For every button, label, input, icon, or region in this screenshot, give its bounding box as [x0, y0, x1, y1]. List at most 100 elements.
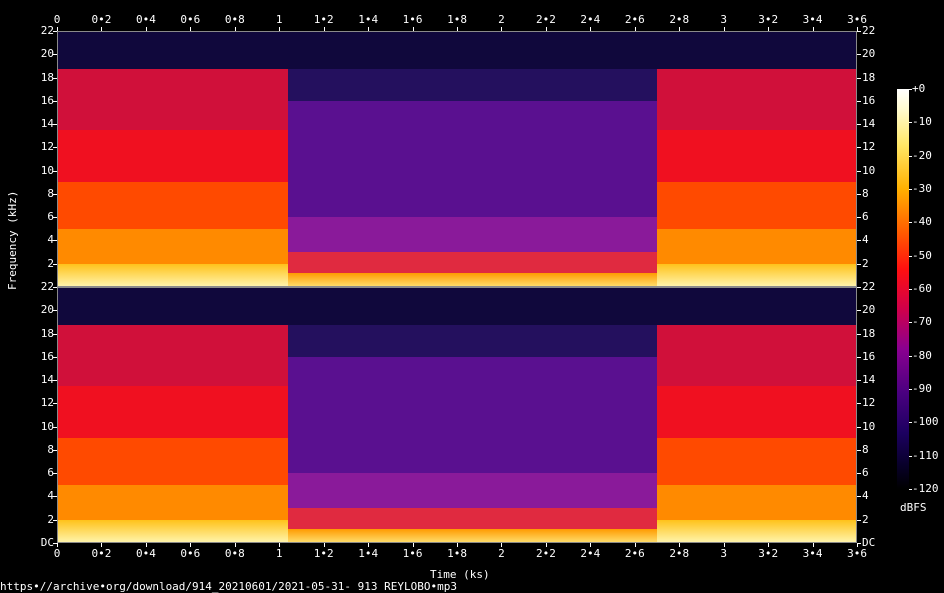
colorbar-tick-mark — [909, 389, 912, 390]
colorbar — [897, 89, 909, 489]
x-tick-label-bottom: 1•6 — [402, 547, 423, 560]
x-tick-label-top: 0 — [53, 13, 61, 26]
x-tick-mark-bottom — [368, 543, 370, 547]
x-tick-label-top: 1 — [275, 13, 283, 26]
y-tick-label-right: 8 — [862, 186, 869, 200]
panel-frame — [57, 31, 857, 287]
x-tick-label-top: 0•8 — [224, 13, 245, 26]
colorbar-tick-mark — [909, 355, 912, 357]
y-tick-mark-right — [857, 31, 861, 32]
x-tick-label-top: 1•8 — [447, 13, 467, 26]
colorbar-tick-mark — [909, 155, 912, 157]
x-tick-label-bottom: 3 — [720, 547, 727, 560]
x-tick-label-bottom: 2•2 — [535, 547, 556, 560]
x-tick-mark-bottom — [457, 543, 458, 547]
x-tick-label-bottom: 1•8 — [447, 547, 467, 560]
colorbar-tick-mark — [909, 422, 912, 424]
y-axis-title: Frequency (kHz) — [6, 190, 19, 290]
x-tick-mark-bottom — [57, 543, 58, 547]
y-tick-label-right: 10 — [862, 163, 876, 177]
x-tick-label-bottom: 3•4 — [802, 547, 823, 560]
x-tick-label-bottom: 0•2 — [91, 547, 112, 560]
x-tick-label-bottom: 0•8 — [224, 547, 245, 560]
colorbar-tick-label: -60 — [912, 282, 932, 295]
y-tick-mark-right — [857, 193, 861, 195]
colorbar-label: dBFS — [900, 501, 927, 514]
y-tick-label-right: 2 — [862, 256, 869, 270]
x-tick-label-top: 0•4 — [135, 13, 156, 26]
x-tick-mark-bottom — [768, 543, 770, 547]
x-tick-label-bottom: 1 — [275, 547, 283, 560]
y-tick-label-right: 16 — [862, 93, 876, 107]
y-tick-mark-right — [857, 240, 861, 242]
x-tick-label-top: 2•4 — [580, 13, 601, 26]
colorbar-tick-mark — [909, 189, 912, 190]
x-tick-label-top: 3 — [720, 13, 727, 26]
colorbar-tick-mark — [909, 89, 912, 90]
colorbar-tick-mark — [909, 255, 912, 257]
x-tick-label-top: 3•2 — [758, 13, 779, 26]
y-tick-label-right: 6 — [862, 466, 869, 480]
y-tick-label-right: 14 — [862, 373, 876, 387]
y-tick-label-right: 20 — [862, 303, 876, 317]
colorbar-tick-mark — [909, 222, 912, 224]
y-tick-mark-right — [857, 287, 861, 288]
x-tick-label-top: 0•6 — [180, 13, 201, 26]
x-tick-label-top: 2 — [498, 13, 505, 26]
x-tick-label-top: 2•6 — [624, 13, 645, 26]
x-tick-label-top: 1•2 — [313, 13, 334, 26]
colorbar-tick-label: +0 — [912, 82, 926, 95]
colorbar-tick-label: -120 — [912, 482, 939, 495]
x-tick-mark-bottom — [323, 543, 325, 547]
x-tick-label-bottom: 1•2 — [313, 547, 334, 560]
x-tick-mark-bottom — [101, 543, 103, 547]
y-tick-mark-right — [857, 473, 861, 475]
y-tick-mark-right — [857, 217, 861, 219]
x-tick-label-bottom: 2•4 — [580, 547, 601, 560]
colorbar-tick-label: -40 — [912, 215, 932, 229]
colorbar-tick-mark — [909, 289, 912, 290]
y-tick-label-right: DC — [862, 536, 876, 549]
y-tick-label-right: 4 — [862, 489, 869, 503]
source-url: https•//archive•org/download/914_2021060… — [0, 580, 457, 593]
y-tick-label-right: 12 — [862, 396, 876, 410]
panel-frame — [57, 287, 857, 543]
y-tick-label-right: 20 — [862, 47, 876, 61]
x-tick-mark-bottom — [679, 543, 681, 547]
x-tick-mark-bottom — [501, 543, 503, 547]
colorbar-tick-mark — [909, 489, 912, 490]
colorbar-tick-label: -90 — [912, 382, 932, 395]
colorbar-tick-label: -10 — [912, 115, 932, 129]
y-tick-mark-right — [857, 333, 861, 335]
x-tick-label-bottom: 2•6 — [624, 547, 645, 560]
colorbar-tick-label: -80 — [912, 348, 932, 362]
y-tick-label-right: 22 — [862, 280, 876, 293]
colorbar-tick-label: -50 — [912, 248, 932, 262]
y-tick-label-right: 14 — [862, 117, 876, 131]
y-tick-label-right: 18 — [862, 326, 876, 340]
y-tick-mark-right — [857, 54, 861, 56]
x-tick-mark-bottom — [545, 543, 547, 547]
x-tick-label-top: 1•4 — [358, 13, 379, 26]
y-tick-label-right: 4 — [862, 233, 869, 247]
x-tick-label-bottom: 1•4 — [358, 547, 379, 560]
y-tick-label-right: 16 — [862, 349, 876, 363]
x-tick-label-top: 1•6 — [402, 13, 423, 26]
y-tick-mark-right — [857, 496, 861, 498]
x-tick-mark-bottom — [723, 543, 725, 547]
y-tick-mark-right — [857, 449, 861, 451]
x-tick-label-bottom: 2 — [498, 547, 505, 560]
x-tick-label-bottom: 3•6 — [847, 547, 867, 560]
y-tick-mark-right — [857, 170, 861, 172]
x-tick-label-bottom: 0•6 — [180, 547, 201, 560]
y-tick-mark-right — [857, 519, 861, 521]
y-tick-mark-right — [857, 403, 861, 405]
y-tick-mark-right — [857, 380, 861, 382]
y-tick-mark-right — [857, 426, 861, 428]
y-tick-mark-right — [857, 263, 861, 265]
y-tick-mark-right — [857, 356, 861, 358]
y-tick-label-right: 10 — [862, 419, 876, 433]
y-tick-mark-right — [857, 124, 861, 126]
y-tick-mark-left — [53, 543, 57, 544]
x-tick-label-top: 2•2 — [535, 13, 556, 26]
